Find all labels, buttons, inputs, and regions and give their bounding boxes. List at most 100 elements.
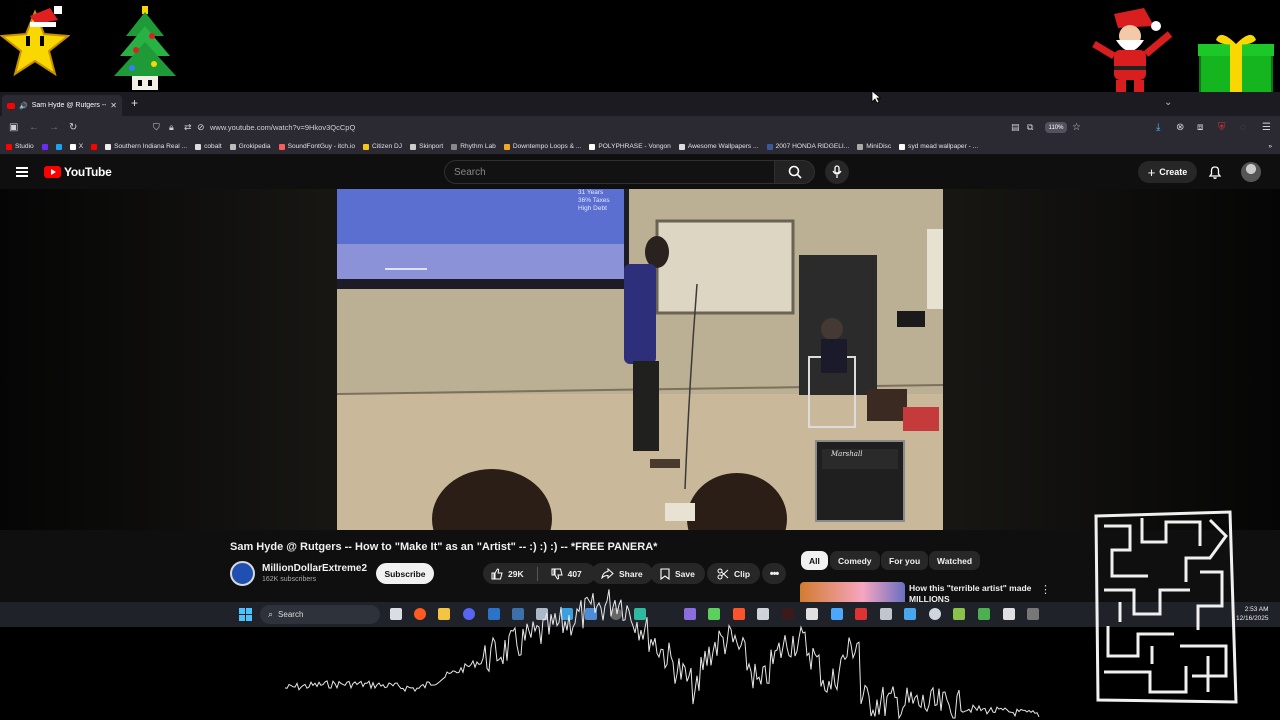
app-icon[interactable]	[634, 608, 646, 620]
reader-view-icon[interactable]: ▤	[1011, 116, 1020, 139]
bookmark-item[interactable]: POLYPHRASE - Vongon	[589, 143, 671, 150]
gmail-icon[interactable]	[855, 608, 867, 620]
bookmark-item[interactable]: 2007 HONDA RIDGELI...	[766, 143, 849, 150]
search-input[interactable]: Search	[444, 160, 775, 184]
app-icon[interactable]	[561, 608, 573, 620]
app-icon[interactable]	[782, 608, 794, 620]
bookmark-star-icon[interactable]: ☆	[1072, 116, 1081, 139]
browser-tab-active[interactable]: 🔊 Sam Hyde @ Rutgers -- Ho ✕	[2, 95, 122, 116]
bookmark-item[interactable]: Citizen DJ	[363, 143, 402, 150]
discord-icon[interactable]	[463, 608, 475, 620]
speaker-icon[interactable]: 🔊	[19, 102, 28, 110]
hamburger-menu-icon[interactable]	[16, 167, 28, 177]
calculator-icon[interactable]	[585, 608, 597, 620]
avatar[interactable]	[1241, 162, 1261, 182]
taskbar-clock[interactable]: 2:53 AM 12/16/2025	[1236, 605, 1269, 623]
taskbar-search[interactable]: ⌕ Search	[260, 605, 380, 624]
video-frame[interactable]: 31 Years 36% Taxes High Debt Marshall	[337, 189, 943, 530]
save-button[interactable]: Save	[650, 563, 705, 584]
tracking-icon[interactable]: ⊘	[197, 116, 205, 139]
tab-list-chevron-icon[interactable]: ⌄	[1164, 97, 1172, 108]
bookmark-item[interactable]	[91, 143, 98, 150]
app-icon[interactable]	[1027, 608, 1039, 620]
app-icon[interactable]	[904, 608, 916, 620]
forward-icon[interactable]: →	[49, 116, 59, 139]
bookmarks-overflow-icon[interactable]: »	[1268, 143, 1280, 150]
bookmark-item[interactable]: Southern Indiana Real ...	[105, 143, 187, 150]
subscribe-button[interactable]: Subscribe	[376, 563, 434, 584]
search-button[interactable]	[775, 160, 815, 184]
dislike-button[interactable]: 407	[543, 563, 590, 584]
extension-icon[interactable]: ⊗	[1176, 116, 1184, 139]
url-bar[interactable]: www.youtube.com/watch?v=9Hkov3QcCpQ	[210, 116, 355, 139]
brave-icon[interactable]	[733, 608, 745, 620]
clip-button[interactable]: Clip	[707, 563, 761, 584]
windows-icon[interactable]	[239, 608, 252, 621]
new-tab-button[interactable]: +	[131, 96, 138, 110]
youtube-logo[interactable]: YouTube	[44, 165, 112, 179]
app-icon[interactable]	[610, 608, 622, 620]
app-icon[interactable]	[684, 608, 696, 620]
app-icon[interactable]	[1003, 608, 1015, 620]
app-icon[interactable]	[536, 608, 548, 620]
downloads-icon[interactable]: ⤓	[1156, 116, 1160, 139]
back-icon[interactable]: ←	[29, 116, 39, 139]
firefox-icon[interactable]	[414, 608, 426, 620]
channel-name[interactable]: MillionDollarExtreme2	[262, 563, 367, 574]
ublock-icon[interactable]: ⛨	[1218, 116, 1226, 139]
extensions-puzzle-icon[interactable]: ⧈	[1197, 116, 1203, 139]
more-vert-icon[interactable]: ⋮	[1040, 583, 1051, 596]
like-button[interactable]: 29K	[483, 563, 532, 584]
shield-icon[interactable]: ⛉	[153, 116, 160, 139]
bookmark-favicon-icon	[69, 143, 76, 150]
bookmark-item[interactable]: MiniDisc	[857, 143, 891, 150]
bell-icon[interactable]	[1207, 164, 1223, 180]
recommended-title[interactable]: How this "terrible artist" made MILLIONS	[909, 583, 1034, 602]
zoom-level-badge[interactable]: 110%	[1045, 122, 1067, 133]
bookmark-item[interactable]: X	[69, 143, 83, 150]
bookmark-item[interactable]: Skinport	[410, 143, 443, 150]
menu-icon[interactable]: ☰	[1262, 116, 1271, 139]
voice-search-button[interactable]	[825, 160, 849, 184]
video-player[interactable]: 31 Years 36% Taxes High Debt Marshall	[0, 189, 1280, 530]
app-icon[interactable]	[978, 608, 990, 620]
bookmark-item[interactable]: Awesome Wallpapers ...	[678, 143, 759, 150]
app-icon[interactable]	[708, 608, 720, 620]
app-icon[interactable]	[488, 608, 500, 620]
app-icon[interactable]	[929, 608, 941, 620]
sidebar-toggle-icon[interactable]: ▣	[9, 116, 18, 139]
reload-icon[interactable]: ↻	[69, 116, 77, 139]
bookmark-item[interactable]: Downtempo Loops & ...	[503, 143, 581, 150]
chip-comedy[interactable]: Comedy	[830, 551, 880, 570]
chip-for-you[interactable]: For you	[881, 551, 929, 570]
chip-all[interactable]: All	[801, 551, 828, 570]
more-actions-button[interactable]: •••	[762, 563, 786, 584]
app-icon[interactable]	[831, 608, 843, 620]
app-icon[interactable]	[806, 608, 818, 620]
bookmark-item[interactable]: SoundFontGuy - itch.io	[278, 143, 356, 150]
recommended-thumbnail[interactable]	[800, 582, 905, 602]
picture-in-picture-icon[interactable]: ⧉	[1027, 116, 1033, 139]
lock-icon[interactable]: 🔒︎	[169, 116, 174, 139]
permissions-icon[interactable]: ⇄	[184, 116, 192, 139]
bookmark-item[interactable]: Grokipedia	[229, 143, 271, 150]
channel-avatar[interactable]	[230, 561, 255, 586]
app-icon[interactable]	[757, 608, 769, 620]
app-icon[interactable]	[880, 608, 892, 620]
create-button[interactable]: + Create	[1138, 161, 1197, 183]
bookmark-item[interactable]	[41, 143, 48, 150]
close-tab-icon[interactable]: ✕	[110, 101, 117, 110]
bookmark-item[interactable]: cobalt	[195, 143, 222, 150]
chip-watched[interactable]: Watched	[929, 551, 981, 570]
bookmark-item[interactable]	[55, 143, 62, 150]
bookmark-label: SoundFontGuy - itch.io	[287, 143, 356, 150]
task-view-icon[interactable]	[390, 608, 402, 620]
steam-icon[interactable]	[512, 608, 524, 620]
bookmark-item[interactable]: Rhythm Lab	[451, 143, 496, 150]
bookmark-item[interactable]: Studio	[6, 143, 34, 150]
file-explorer-icon[interactable]	[438, 608, 450, 620]
app-icon[interactable]	[953, 608, 965, 620]
extension-disabled-icon[interactable]: ◌	[1240, 116, 1246, 139]
share-button[interactable]: Share	[591, 563, 653, 584]
bookmark-item[interactable]: syd mead wallpaper - ...	[899, 143, 978, 150]
